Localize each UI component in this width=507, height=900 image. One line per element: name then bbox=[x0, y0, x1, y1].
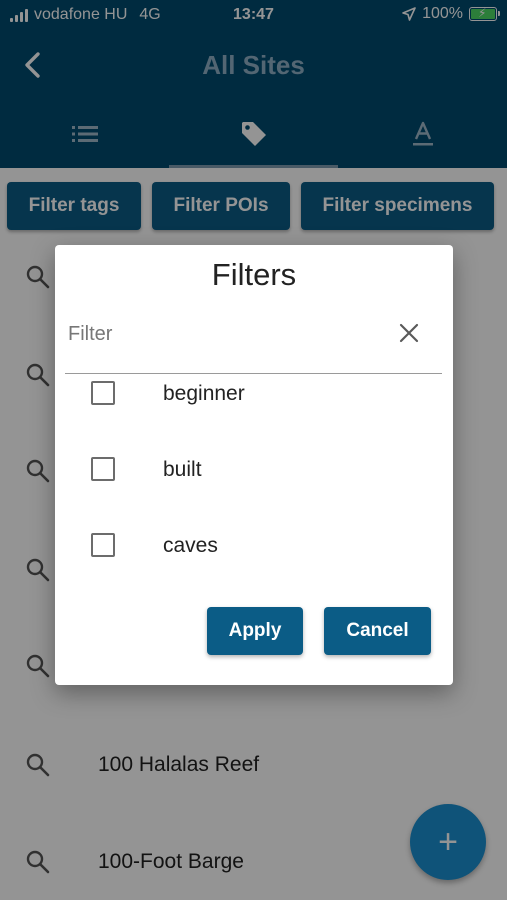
checkbox[interactable] bbox=[91, 533, 115, 557]
filters-dialog: Filters beginner built caves Apply Cance… bbox=[55, 245, 453, 685]
checkbox[interactable] bbox=[91, 381, 115, 405]
option-label: caves bbox=[163, 534, 218, 557]
option-label: beginner bbox=[163, 382, 245, 405]
checkbox[interactable] bbox=[91, 457, 115, 481]
filter-input[interactable] bbox=[66, 313, 400, 355]
option-label: built bbox=[163, 458, 202, 481]
dialog-title: Filters bbox=[211, 257, 297, 292]
option-caves[interactable]: caves bbox=[55, 515, 453, 575]
option-beginner[interactable]: beginner bbox=[55, 363, 453, 423]
close-icon[interactable] bbox=[397, 321, 421, 345]
option-built[interactable]: built bbox=[55, 439, 453, 499]
cancel-button[interactable]: Cancel bbox=[324, 607, 431, 655]
apply-button[interactable]: Apply bbox=[207, 607, 303, 655]
